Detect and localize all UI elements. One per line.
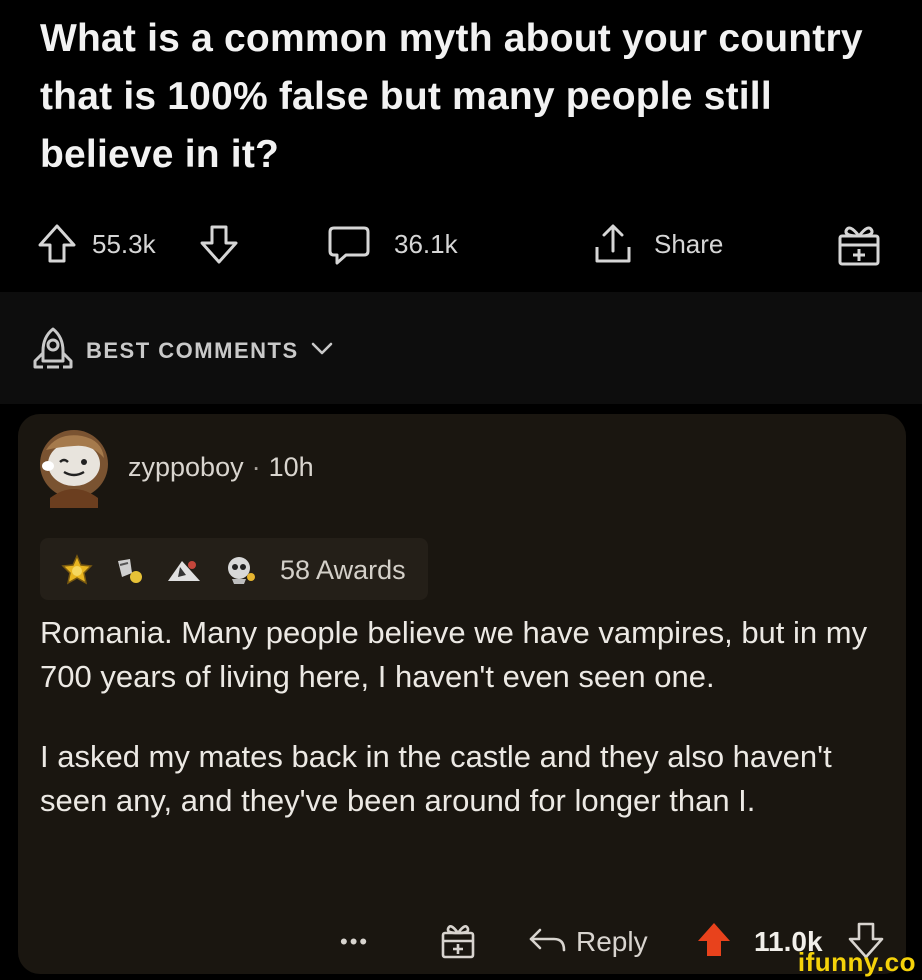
comment-upvote-button[interactable] — [694, 918, 734, 966]
gold-award-icon — [60, 553, 94, 587]
meta-separator: · — [251, 452, 261, 482]
comment-action-bar: ••• Reply 11.0k — [0, 918, 922, 970]
comment-award-button[interactable] — [438, 918, 478, 966]
reply-icon[interactable] — [526, 922, 568, 963]
post-upvote-button[interactable] — [34, 218, 80, 270]
comment-meta: zyppoboy · 10h — [128, 452, 314, 483]
more-options-button[interactable]: ••• — [340, 918, 369, 966]
comment-paragraph: I asked my mates back in the castle and … — [40, 739, 832, 818]
share-icon[interactable] — [590, 221, 636, 267]
comment-age: 10h — [268, 452, 314, 482]
sort-selector[interactable]: BEST COMMENTS — [30, 325, 335, 376]
comment-count: 36.1k — [394, 228, 458, 259]
comment-paragraph: Romania. Many people believe we have vam… — [40, 615, 868, 694]
comments-button[interactable]: 36.1k — [324, 218, 458, 270]
chevron-down-icon — [309, 335, 335, 366]
post-title: What is a common myth about your country… — [40, 17, 863, 176]
upvote-icon[interactable] — [34, 221, 80, 267]
avatar[interactable] — [38, 428, 110, 508]
share-label: Share — [654, 228, 724, 259]
award-button[interactable] — [834, 218, 884, 270]
comment-username[interactable]: zyppoboy — [128, 452, 244, 482]
sort-label: BEST COMMENTS — [86, 337, 299, 363]
post-action-bar: 55.3k 36.1k Share — [0, 218, 922, 278]
upvote-icon[interactable] — [694, 920, 734, 965]
reply-label: Reply — [576, 926, 648, 957]
upvote-count: 55.3k — [92, 228, 156, 259]
wholesome-award-icon — [164, 553, 204, 587]
share-button[interactable]: Share — [590, 218, 723, 270]
comment-body: Romania. Many people believe we have vam… — [40, 611, 900, 859]
award-icon[interactable] — [834, 219, 884, 269]
skull-award-icon — [222, 553, 258, 587]
comment-bubble-icon[interactable] — [324, 219, 374, 269]
awards-count: 58 Awards — [280, 554, 406, 585]
more-icon[interactable]: ••• — [340, 929, 369, 955]
rocket-icon — [30, 325, 76, 376]
post-downvote-button[interactable] — [196, 218, 242, 270]
reply-button[interactable]: Reply — [526, 918, 648, 966]
downvote-icon[interactable] — [196, 221, 242, 267]
helpful-award-icon — [112, 553, 146, 587]
awards-row[interactable]: 58 Awards — [60, 545, 406, 595]
watermark: ifunny.co — [797, 947, 916, 977]
award-icon[interactable] — [438, 919, 478, 966]
